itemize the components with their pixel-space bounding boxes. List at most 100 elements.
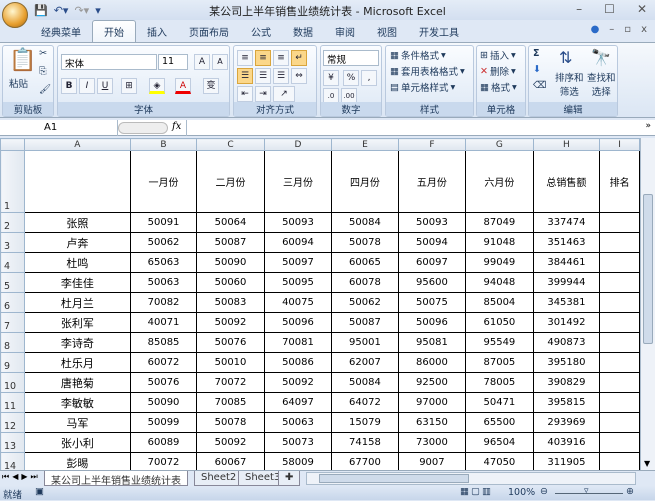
cell[interactable]: 87049 xyxy=(465,212,534,233)
cell[interactable]: 61050 xyxy=(465,312,534,333)
align-top-icon[interactable]: ≡ xyxy=(237,50,253,66)
cell[interactable]: 杜乐月 xyxy=(23,352,131,373)
cell[interactable]: 95600 xyxy=(397,272,467,293)
cell[interactable]: 50078 xyxy=(331,232,399,253)
cell[interactable]: 马军 xyxy=(23,412,131,433)
align-right-icon[interactable]: ☰ xyxy=(273,68,289,84)
cell[interactable]: 50092 xyxy=(196,312,265,333)
cell[interactable]: 彭晹 xyxy=(23,452,131,470)
cell[interactable] xyxy=(599,252,640,273)
cell[interactable]: 60089 xyxy=(129,432,198,453)
cell[interactable]: 70072 xyxy=(196,372,265,393)
insert-cells-button[interactable]: ⊞ 插入 ▾ xyxy=(480,48,516,63)
cut-icon[interactable]: ✂ xyxy=(39,48,47,59)
align-center-icon[interactable]: ☰ xyxy=(255,68,271,84)
column-header-H[interactable]: H xyxy=(532,138,601,151)
cell[interactable]: 293969 xyxy=(532,412,601,433)
underline-button[interactable]: U xyxy=(97,78,113,94)
cell[interactable]: 345381 xyxy=(532,292,601,313)
row-header[interactable]: 2 xyxy=(0,212,25,233)
cell[interactable]: 50063 xyxy=(263,412,333,433)
cell[interactable]: 50087 xyxy=(196,232,265,253)
column-header-D[interactable]: D xyxy=(263,138,333,151)
cell[interactable]: 二月份 xyxy=(196,150,265,213)
column-header-C[interactable]: C xyxy=(196,138,265,151)
cell[interactable]: 唐艳菊 xyxy=(23,372,131,393)
increase-indent-icon[interactable]: ⇥ xyxy=(255,86,271,102)
cell[interactable]: 50083 xyxy=(196,292,265,313)
cell[interactable]: 87005 xyxy=(465,352,534,373)
format-painter-icon[interactable]: 🖌 xyxy=(39,84,51,95)
align-bottom-icon[interactable]: ≡ xyxy=(273,50,289,66)
cell[interactable]: 65500 xyxy=(465,412,534,433)
cell[interactable]: 63150 xyxy=(397,412,467,433)
cell[interactable]: 403916 xyxy=(532,432,601,453)
font-name-select[interactable]: 宋体 xyxy=(61,54,157,70)
cell[interactable]: 50096 xyxy=(397,312,467,333)
decrease-indent-icon[interactable]: ⇤ xyxy=(237,86,253,102)
tab-8[interactable]: 开发工具 xyxy=(408,21,470,42)
cell[interactable]: 50086 xyxy=(263,352,333,373)
sheet-nav-arrows[interactable]: ⏮◀▶⏭ xyxy=(2,472,41,482)
cell[interactable]: 50471 xyxy=(465,392,534,413)
insert-sheet-icon[interactable]: ✚ xyxy=(278,471,301,486)
cell[interactable]: 96504 xyxy=(465,432,534,453)
comma-button[interactable]: , xyxy=(361,70,377,86)
cell[interactable]: 399944 xyxy=(532,272,601,293)
cell[interactable]: 99049 xyxy=(465,252,534,273)
cell[interactable]: 李佳佳 xyxy=(23,272,131,293)
cell[interactable]: 70085 xyxy=(196,392,265,413)
zoom-in-icon[interactable]: ⊕ xyxy=(626,486,634,497)
cell[interactable]: 四月份 xyxy=(331,150,399,213)
cell[interactable]: 351463 xyxy=(532,232,601,253)
font-color-button[interactable]: A xyxy=(175,78,191,94)
tab-6[interactable]: 审阅 xyxy=(324,21,366,42)
fill-color-icon[interactable]: ◈ xyxy=(149,78,165,94)
sort-filter-button[interactable]: 排序和 筛选 xyxy=(555,70,584,98)
cell[interactable]: 94048 xyxy=(465,272,534,293)
horizontal-scrollbar[interactable] xyxy=(306,472,636,485)
cell[interactable]: 50092 xyxy=(196,432,265,453)
column-header-F[interactable]: F xyxy=(397,138,467,151)
delete-cells-button[interactable]: ✕ 删除 ▾ xyxy=(480,64,516,79)
find-binoculars-icon[interactable]: 🔭 xyxy=(591,48,611,67)
ribbon-restore-icon[interactable]: ▫ xyxy=(624,24,631,35)
minimize-button[interactable]: – xyxy=(576,2,582,16)
cell[interactable] xyxy=(599,212,640,233)
formula-slider[interactable] xyxy=(118,122,168,134)
format-as-table-button[interactable]: ▦ 套用表格格式 ▾ xyxy=(390,64,465,79)
cell[interactable]: 67700 xyxy=(331,452,399,470)
cell[interactable]: 60065 xyxy=(331,252,399,273)
row-header[interactable]: 11 xyxy=(0,392,25,413)
cell[interactable]: 95549 xyxy=(465,332,534,353)
cell[interactable]: 50093 xyxy=(263,212,333,233)
sort-filter-icon[interactable]: ⇅ xyxy=(559,48,572,67)
cell[interactable]: 50076 xyxy=(196,332,265,353)
cell[interactable]: 91048 xyxy=(465,232,534,253)
zoom-level[interactable]: 100% xyxy=(508,487,535,498)
cell[interactable]: 490873 xyxy=(532,332,601,353)
cell[interactable]: 张利军 xyxy=(23,312,131,333)
italic-button[interactable]: I xyxy=(79,78,95,94)
undo-icon[interactable]: ↶▾ xyxy=(54,4,69,17)
row-header[interactable]: 13 xyxy=(0,432,25,453)
cell[interactable]: 50075 xyxy=(397,292,467,313)
cell[interactable]: 64072 xyxy=(331,392,399,413)
zoom-slider-thumb[interactable]: ▿ xyxy=(584,486,589,496)
cell[interactable]: 73000 xyxy=(397,432,467,453)
cell[interactable] xyxy=(599,232,640,253)
cell[interactable]: 五月份 xyxy=(397,150,467,213)
cell[interactable]: 排名 xyxy=(599,150,640,213)
cell[interactable]: 50099 xyxy=(129,412,198,433)
tab-4[interactable]: 公式 xyxy=(240,21,282,42)
cell[interactable]: 杜月兰 xyxy=(23,292,131,313)
tab-3[interactable]: 页面布局 xyxy=(178,21,240,42)
select-all-corner[interactable] xyxy=(0,138,25,151)
shrink-font-button[interactable]: A xyxy=(212,54,228,70)
cell[interactable]: 70072 xyxy=(129,452,198,470)
column-header-G[interactable]: G xyxy=(465,138,534,151)
cell[interactable]: 50095 xyxy=(263,272,333,293)
formula-input[interactable] xyxy=(186,120,641,136)
redo-icon[interactable]: ↷▾ xyxy=(74,4,89,17)
font-size-select[interactable]: 11 xyxy=(158,54,188,70)
